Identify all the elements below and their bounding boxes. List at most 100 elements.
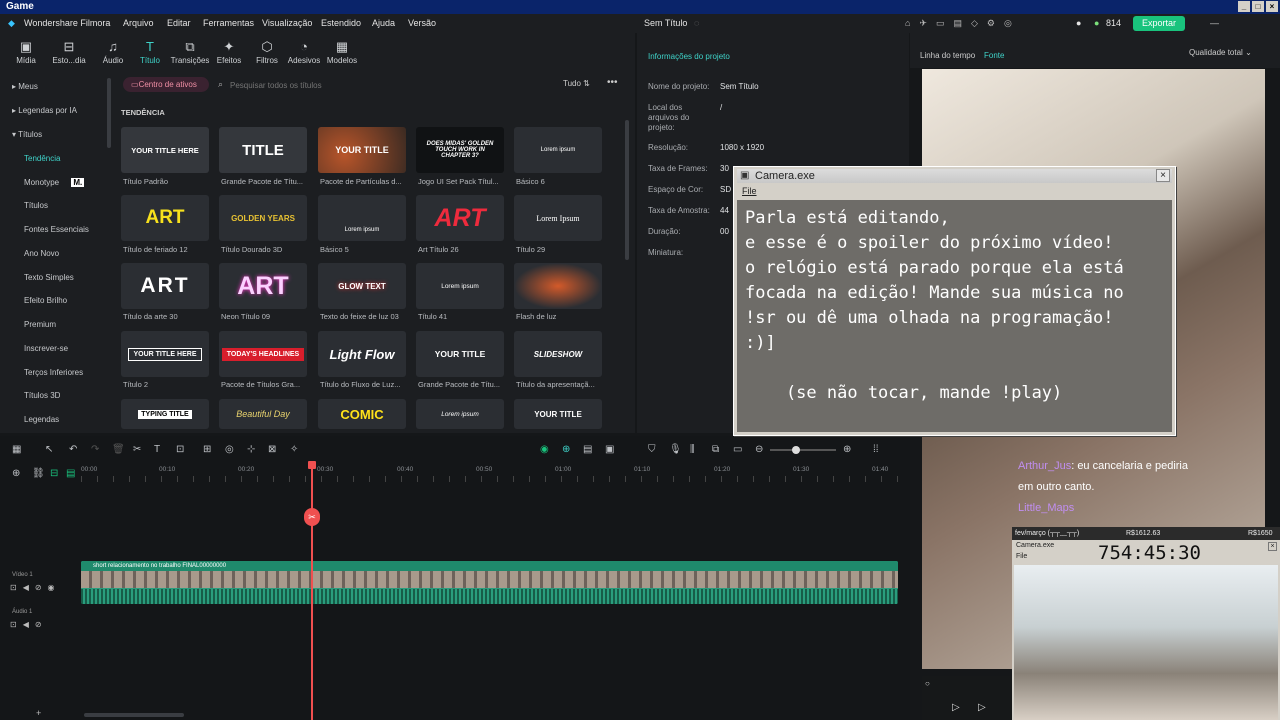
captions-icon[interactable]: ▭ (733, 444, 742, 455)
camera-file-menu[interactable]: File (742, 186, 757, 196)
redo-icon[interactable]: ↷ (91, 444, 99, 455)
timeline-scrollbar[interactable] (84, 713, 184, 717)
asset-center-button[interactable]: ▭Centro de ativos (123, 77, 209, 92)
mic-icon[interactable]: 🎙 (669, 444, 682, 455)
title-card[interactable]: YOUR TITLE (318, 127, 406, 173)
zoom-out-icon[interactable]: ⊖ (755, 444, 763, 455)
menu-editar[interactable]: Editar (167, 14, 191, 33)
next-frame-icon[interactable]: ▷ (978, 702, 986, 713)
sidebar-item-tendencia[interactable]: Tendência (24, 154, 60, 163)
ai-icon[interactable]: ✧ (290, 444, 298, 455)
magnet-icon[interactable]: ⊟ (50, 468, 58, 479)
crop-icon[interactable]: ⊡ (176, 444, 184, 455)
title-card[interactable]: YOUR TITLE HERE (121, 127, 209, 173)
minimize-button[interactable]: _ (1238, 1, 1250, 12)
close-button[interactable]: × (1266, 1, 1278, 12)
filter-dropdown[interactable]: Tudo ⇅ (563, 79, 590, 88)
toolbar-audio[interactable]: ♫ Áudio (93, 38, 133, 65)
tab-source[interactable]: Fonte (984, 51, 1004, 60)
mini-close-button[interactable]: × (1268, 542, 1277, 551)
sidebar-scrollbar[interactable] (107, 78, 111, 148)
audio-track-controls[interactable]: ⊡◀⊘ (10, 620, 48, 629)
title-card[interactable]: ART (121, 263, 209, 309)
sidebar-item-tercos[interactable]: Terços Inferiores (24, 368, 83, 377)
toolbar-media[interactable]: ▣ Mídia (6, 38, 46, 65)
layers-icon[interactable]: ⧉ (712, 444, 719, 455)
title-card[interactable]: TYPING TITLE (121, 399, 209, 429)
quality-dropdown[interactable]: Qualidade total ⌄ (1189, 48, 1252, 57)
color-icon[interactable]: ◎ (225, 444, 234, 455)
title-card[interactable]: ART (416, 195, 504, 241)
title-card[interactable]: DOES MIDAS' GOLDEN TOUCH WORK IN CHAPTER… (416, 127, 504, 173)
snap-icon[interactable]: ⊕ (562, 444, 570, 455)
sidebar-item-titulos[interactable]: ▾ Títulos (12, 130, 42, 139)
marker-icon[interactable]: ▤ (583, 444, 592, 455)
speed-icon[interactable]: ⊞ (203, 444, 211, 455)
playhead[interactable] (311, 461, 313, 720)
render-icon[interactable]: ◉ (540, 444, 549, 455)
maximize-button[interactable]: □ (1252, 1, 1264, 12)
title-card[interactable]: SLIDESHOW (514, 331, 602, 377)
menu-versao[interactable]: Versão (408, 14, 436, 33)
export-button[interactable]: Exportar (1133, 16, 1185, 31)
sidebar-item-fontes[interactable]: Fontes Essenciais (24, 225, 89, 234)
split-icon[interactable]: ✂ (133, 444, 141, 455)
title-card[interactable]: TITLE (219, 127, 307, 173)
video-clip[interactable]: short relacionamento no trabalho FINAL00… (81, 561, 898, 604)
title-card[interactable]: Lorem ipsum (514, 127, 602, 173)
toolbar-title[interactable]: T Título (130, 38, 170, 65)
mini-file-menu[interactable]: File (1016, 553, 1027, 560)
assets-scrollbar[interactable] (625, 120, 629, 260)
zoom-in-icon[interactable]: ⊕ (843, 444, 851, 455)
title-card[interactable]: COMIC (318, 399, 406, 429)
title-card[interactable]: GLOW TEXT (318, 263, 406, 309)
toolbar-icons[interactable]: ⌂✈▭▤◇⚙◎ (905, 14, 1021, 33)
sidebar-item-meus[interactable]: ▸ Meus (12, 82, 38, 91)
delete-icon[interactable]: 🗑 (112, 444, 125, 455)
title-card[interactable]: Lorem ipsum (416, 399, 504, 429)
add-icon[interactable]: + (36, 708, 41, 718)
layout-icon[interactable]: ▦ (12, 444, 21, 455)
playhead-handle[interactable] (308, 461, 316, 469)
scrubber-handle[interactable]: ○ (925, 679, 930, 688)
grid-icon[interactable]: ⁞⁞ (873, 444, 879, 455)
title-card[interactable]: YOUR TITLE (416, 331, 504, 377)
title-card[interactable]: Lorem ipsum (318, 195, 406, 241)
menu-arquivo[interactable]: Arquivo (123, 14, 154, 33)
avatar[interactable]: ● (1076, 14, 1081, 33)
title-card[interactable] (514, 263, 602, 309)
shield-icon[interactable]: ⛉ (648, 444, 656, 455)
sidebar-item-texto-simples[interactable]: Texto Simples (24, 273, 74, 282)
toolbar-transitions[interactable]: ⧉ Transições (170, 38, 210, 65)
sidebar-item-efeito-brilho[interactable]: Efeito Brilho (24, 296, 67, 305)
sidebar-item-ano-novo[interactable]: Ano Novo (24, 249, 59, 258)
play-icon[interactable]: ▷ (952, 702, 960, 713)
playhead-split-icon[interactable]: ✂ (304, 508, 320, 526)
sidebar-item-3d[interactable]: Títulos 3D (24, 391, 60, 400)
transform-icon[interactable]: ⊠ (268, 444, 276, 455)
sidebar-item-legendas-ia[interactable]: ▸ Legendas por IA (12, 106, 77, 115)
title-card[interactable]: Lorem Ipsum (514, 195, 602, 241)
sidebar-item-legendas[interactable]: Legendas (24, 415, 59, 424)
mixer-icon[interactable]: ⫼ (690, 444, 695, 455)
camera-close-button[interactable]: × (1156, 169, 1170, 182)
video-track-controls[interactable]: ⊡◀⊘◉ (10, 583, 61, 592)
title-card[interactable]: ART (121, 195, 209, 241)
menu-estendido[interactable]: Estendido (321, 14, 361, 33)
add-track-icon[interactable]: ⊕ (12, 468, 20, 479)
title-card[interactable]: YOUR TITLE (514, 399, 602, 429)
undo-icon[interactable]: ↶ (69, 444, 77, 455)
keyframe-icon[interactable]: ⊹ (247, 444, 255, 455)
sidebar-item-monotype[interactable]: Monotype M. (24, 178, 85, 187)
toolbar-stickers[interactable]: ◔ Adesivos (284, 38, 324, 65)
zoom-slider[interactable] (770, 446, 836, 454)
auto-ripple-icon[interactable]: ▤ (66, 468, 75, 479)
title-card[interactable]: Lorem ipsum (416, 263, 504, 309)
menu-ferramentas[interactable]: Ferramentas (203, 14, 254, 33)
sidebar-item-inscrever[interactable]: Inscrever-se (24, 344, 68, 353)
title-card[interactable]: Beautiful Day (219, 399, 307, 429)
title-card[interactable]: Light Flow (318, 331, 406, 377)
title-card[interactable]: TODAY'S HEADLINES (219, 331, 307, 377)
sidebar-item-premium[interactable]: Premium (24, 320, 56, 329)
zoom-slider-handle[interactable] (792, 446, 800, 454)
